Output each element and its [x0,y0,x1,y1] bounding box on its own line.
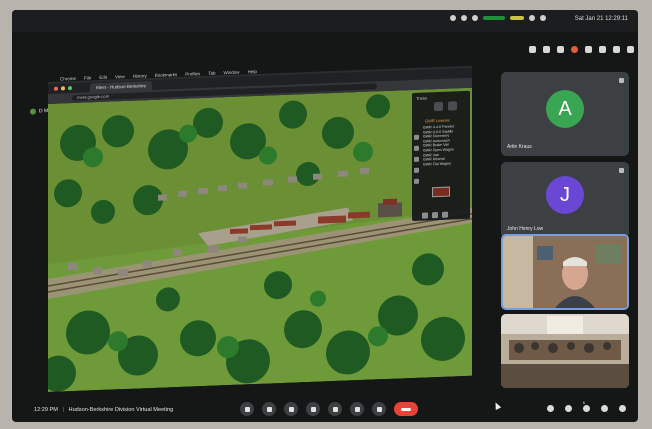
window-controls [54,86,72,91]
rolling-stock-list: GWR 4-4-0 Pannier GWR 0-6-0 Saddle GWR C… [423,124,455,167]
settings-tool-icon[interactable] [414,178,419,184]
camera-icon [266,406,272,412]
help-icon[interactable] [442,211,448,218]
undo-icon[interactable] [422,212,428,219]
emoji-button[interactable] [328,402,342,416]
star-icon[interactable] [557,46,564,53]
lock-icon[interactable] [619,405,626,412]
meet-bottom-bar: 12:29 PM | Hudson-Berkshire Division Vir… [12,396,638,422]
menu-item[interactable]: Bookmarks [155,72,178,78]
selected-wagon-preview [432,186,450,198]
activities-icon[interactable] [601,405,608,412]
close-window-icon[interactable] [54,86,58,91]
list-item[interactable]: GWR Flat Wagon [423,161,455,167]
info-icon[interactable] [547,405,554,412]
game-viewport[interactable]: Trains GWR Liveries GWR 4-4-0 Pannier GW… [48,87,472,392]
participant-video-tile[interactable] [501,314,629,388]
camera-icon[interactable] [529,46,536,53]
more-options-icon[interactable] [619,168,624,173]
palette-title: Trains [416,95,427,101]
menu-item[interactable]: File [84,75,91,80]
add-tool-icon[interactable] [414,134,419,140]
menu-item[interactable]: View [115,74,125,79]
carriage-icon[interactable] [448,101,457,111]
rotate-tool-icon[interactable] [414,156,419,162]
share-icon[interactable] [543,46,550,53]
participant-tile[interactable]: A Artin Kraus [501,72,629,156]
menubar-clock: Sat Jan 21 12:29:11 [574,16,628,22]
emoji-icon [332,406,338,412]
palette-bottom-tools [422,211,448,219]
kebab-menu-icon [376,406,382,412]
avatar: A [546,90,584,128]
meet-top-toolbar [529,46,634,53]
present-button[interactable] [350,402,364,416]
more-options-button[interactable] [372,402,386,416]
cpu-meter-icon [483,16,505,20]
captions-icon [288,406,294,412]
presenter-avatar-icon [30,108,36,115]
people-icon[interactable] [565,405,572,412]
separator: | [62,407,64,413]
record-icon[interactable] [571,46,578,53]
captions-button[interactable] [284,402,298,416]
minimize-window-icon[interactable] [61,86,65,91]
microphone-icon [244,406,250,412]
chat-icon[interactable] [583,405,590,412]
screen: Sat Jan 21 12:29:11 Chrome File Edit Vie… [12,10,638,422]
raise-hand-button[interactable] [306,402,320,416]
menu-item[interactable]: Profiles [185,71,200,77]
hand-icon [310,406,316,412]
zoom-window-icon[interactable] [68,86,72,91]
sidebar-icon[interactable] [599,46,606,53]
present-icon [354,406,360,412]
status-tray [450,15,546,21]
participant-name: Artin Kraus [507,144,532,150]
camera-button[interactable] [262,402,276,416]
meeting-name: Hudson-Berkshire Division Virtual Meetin… [68,407,174,413]
palette-section-label: GWR Liveries [425,117,450,124]
hang-up-icon [401,407,411,411]
extensions-icon[interactable] [585,46,592,53]
village-scene [48,87,472,392]
cloud-icon[interactable] [461,15,467,21]
menu-item[interactable]: Tab [208,70,215,75]
participant-video [503,236,627,308]
side-panel-controls [547,405,626,412]
participant-tile[interactable]: J John Henry Low [501,162,629,238]
move-tool-icon[interactable] [414,145,419,151]
participant-name: John Henry Low [507,226,544,232]
menu-item[interactable]: Chrome [60,75,76,81]
sync-icon[interactable] [472,15,478,21]
kebab-menu-icon[interactable] [627,46,634,53]
delete-tool-icon[interactable] [414,167,419,173]
macos-menubar: Sat Jan 21 12:29:11 [12,10,638,32]
microphone-button[interactable] [240,402,254,416]
avatar: J [546,176,584,214]
menu-item[interactable]: Window [224,69,240,75]
redo-icon[interactable] [432,212,438,219]
shared-screen: Chrome File Edit View History Bookmarks … [30,65,472,393]
more-options-icon[interactable] [619,78,624,83]
battery-icon[interactable] [540,15,546,21]
meeting-time: 12:29 PM [34,407,58,413]
dropbox-icon[interactable] [450,15,456,21]
memory-meter-icon [510,16,524,20]
menu-item[interactable]: History [133,73,147,79]
train-palette: Trains GWR Liveries GWR 4-4-0 Pannier GW… [412,90,470,222]
menu-item[interactable]: Edit [99,74,107,79]
profile-icon[interactable] [613,46,620,53]
call-controls [240,402,418,416]
wifi-icon[interactable] [529,15,535,21]
meeting-info: 12:29 PM | Hudson-Berkshire Division Vir… [34,407,173,413]
train-icon[interactable] [434,101,443,112]
participant-video-tile[interactable] [501,234,629,310]
end-call-button[interactable] [394,402,418,416]
room-video [501,314,629,388]
palette-side-tools [412,129,421,190]
menu-item[interactable]: Help [248,68,257,73]
